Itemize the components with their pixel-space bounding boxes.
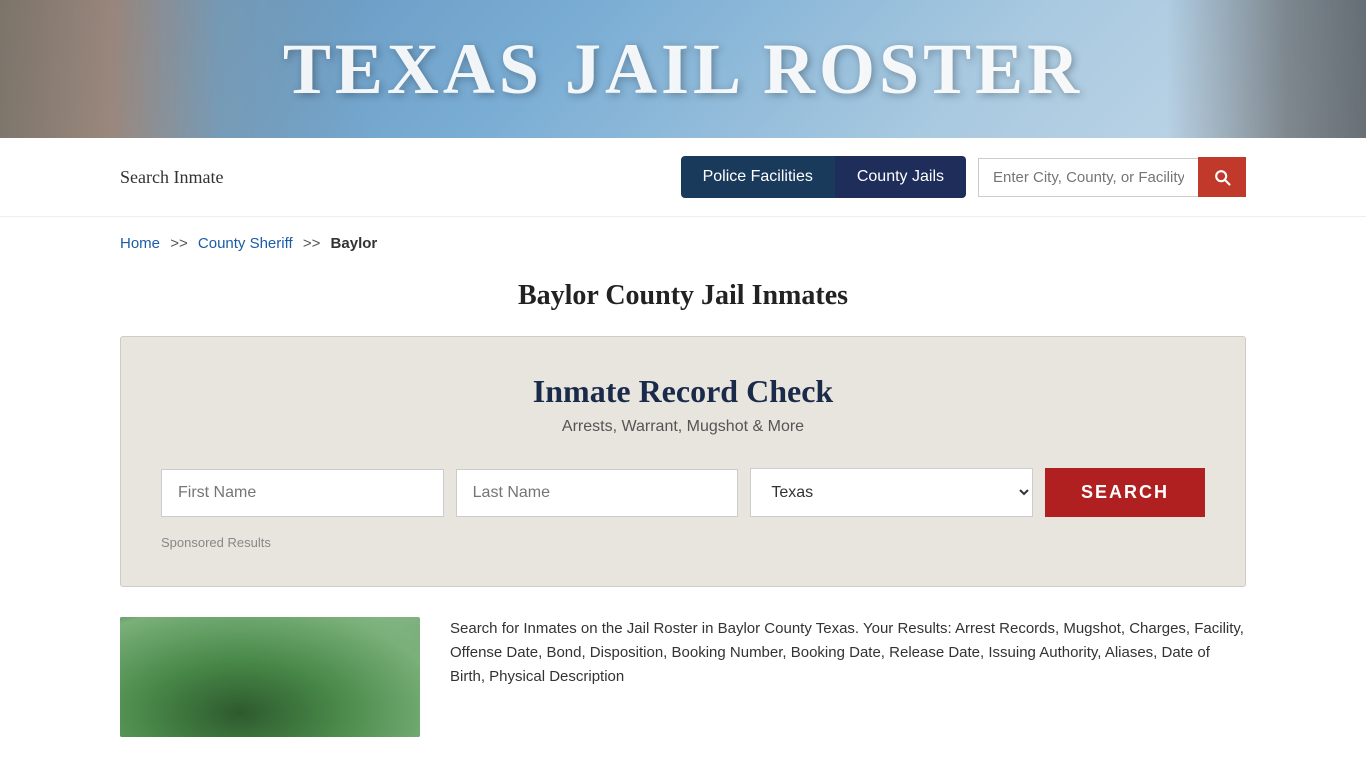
keys-decoration bbox=[1166, 0, 1366, 138]
nav-bar: Search Inmate Police Facilities County J… bbox=[0, 138, 1366, 217]
state-select[interactable]: AlabamaAlaskaArizonaArkansasCaliforniaCo… bbox=[750, 468, 1033, 517]
record-check-title: Inmate Record Check bbox=[161, 373, 1205, 410]
nav-search-button[interactable] bbox=[1198, 157, 1246, 197]
search-form: AlabamaAlaskaArizonaArkansasCaliforniaCo… bbox=[161, 468, 1205, 517]
search-inmate-label: Search Inmate bbox=[120, 167, 223, 188]
breadcrumb-current: Baylor bbox=[331, 235, 378, 252]
first-name-input[interactable] bbox=[161, 469, 444, 517]
bottom-section: Search for Inmates on the Jail Roster in… bbox=[120, 617, 1246, 737]
search-icon bbox=[1212, 167, 1232, 187]
bottom-description: Search for Inmates on the Jail Roster in… bbox=[450, 617, 1246, 689]
breadcrumb-home[interactable]: Home bbox=[120, 235, 160, 252]
breadcrumb-sep1: >> bbox=[170, 235, 188, 252]
police-facilities-button[interactable]: Police Facilities bbox=[681, 156, 835, 198]
record-check-box: Inmate Record Check Arrests, Warrant, Mu… bbox=[120, 336, 1246, 587]
page-title: Baylor County Jail Inmates bbox=[0, 280, 1366, 312]
bottom-image bbox=[120, 617, 420, 737]
tree-decoration bbox=[120, 617, 420, 737]
header-banner: Texas Jail Roster bbox=[0, 0, 1366, 138]
banner-title: Texas Jail Roster bbox=[283, 28, 1083, 111]
nav-search-wrap bbox=[978, 157, 1246, 197]
county-jails-button[interactable]: County Jails bbox=[835, 156, 966, 198]
sponsored-results: Sponsored Results bbox=[161, 535, 1205, 550]
nav-buttons: Police Facilities County Jails bbox=[681, 156, 966, 198]
breadcrumb-county-sheriff[interactable]: County Sheriff bbox=[198, 235, 293, 252]
breadcrumb: Home >> County Sheriff >> Baylor bbox=[0, 217, 1366, 262]
search-submit-button[interactable]: SEARCH bbox=[1045, 468, 1205, 517]
breadcrumb-sep2: >> bbox=[303, 235, 321, 252]
nav-search-input[interactable] bbox=[978, 158, 1198, 197]
last-name-input[interactable] bbox=[456, 469, 739, 517]
record-check-subtitle: Arrests, Warrant, Mugshot & More bbox=[161, 418, 1205, 436]
